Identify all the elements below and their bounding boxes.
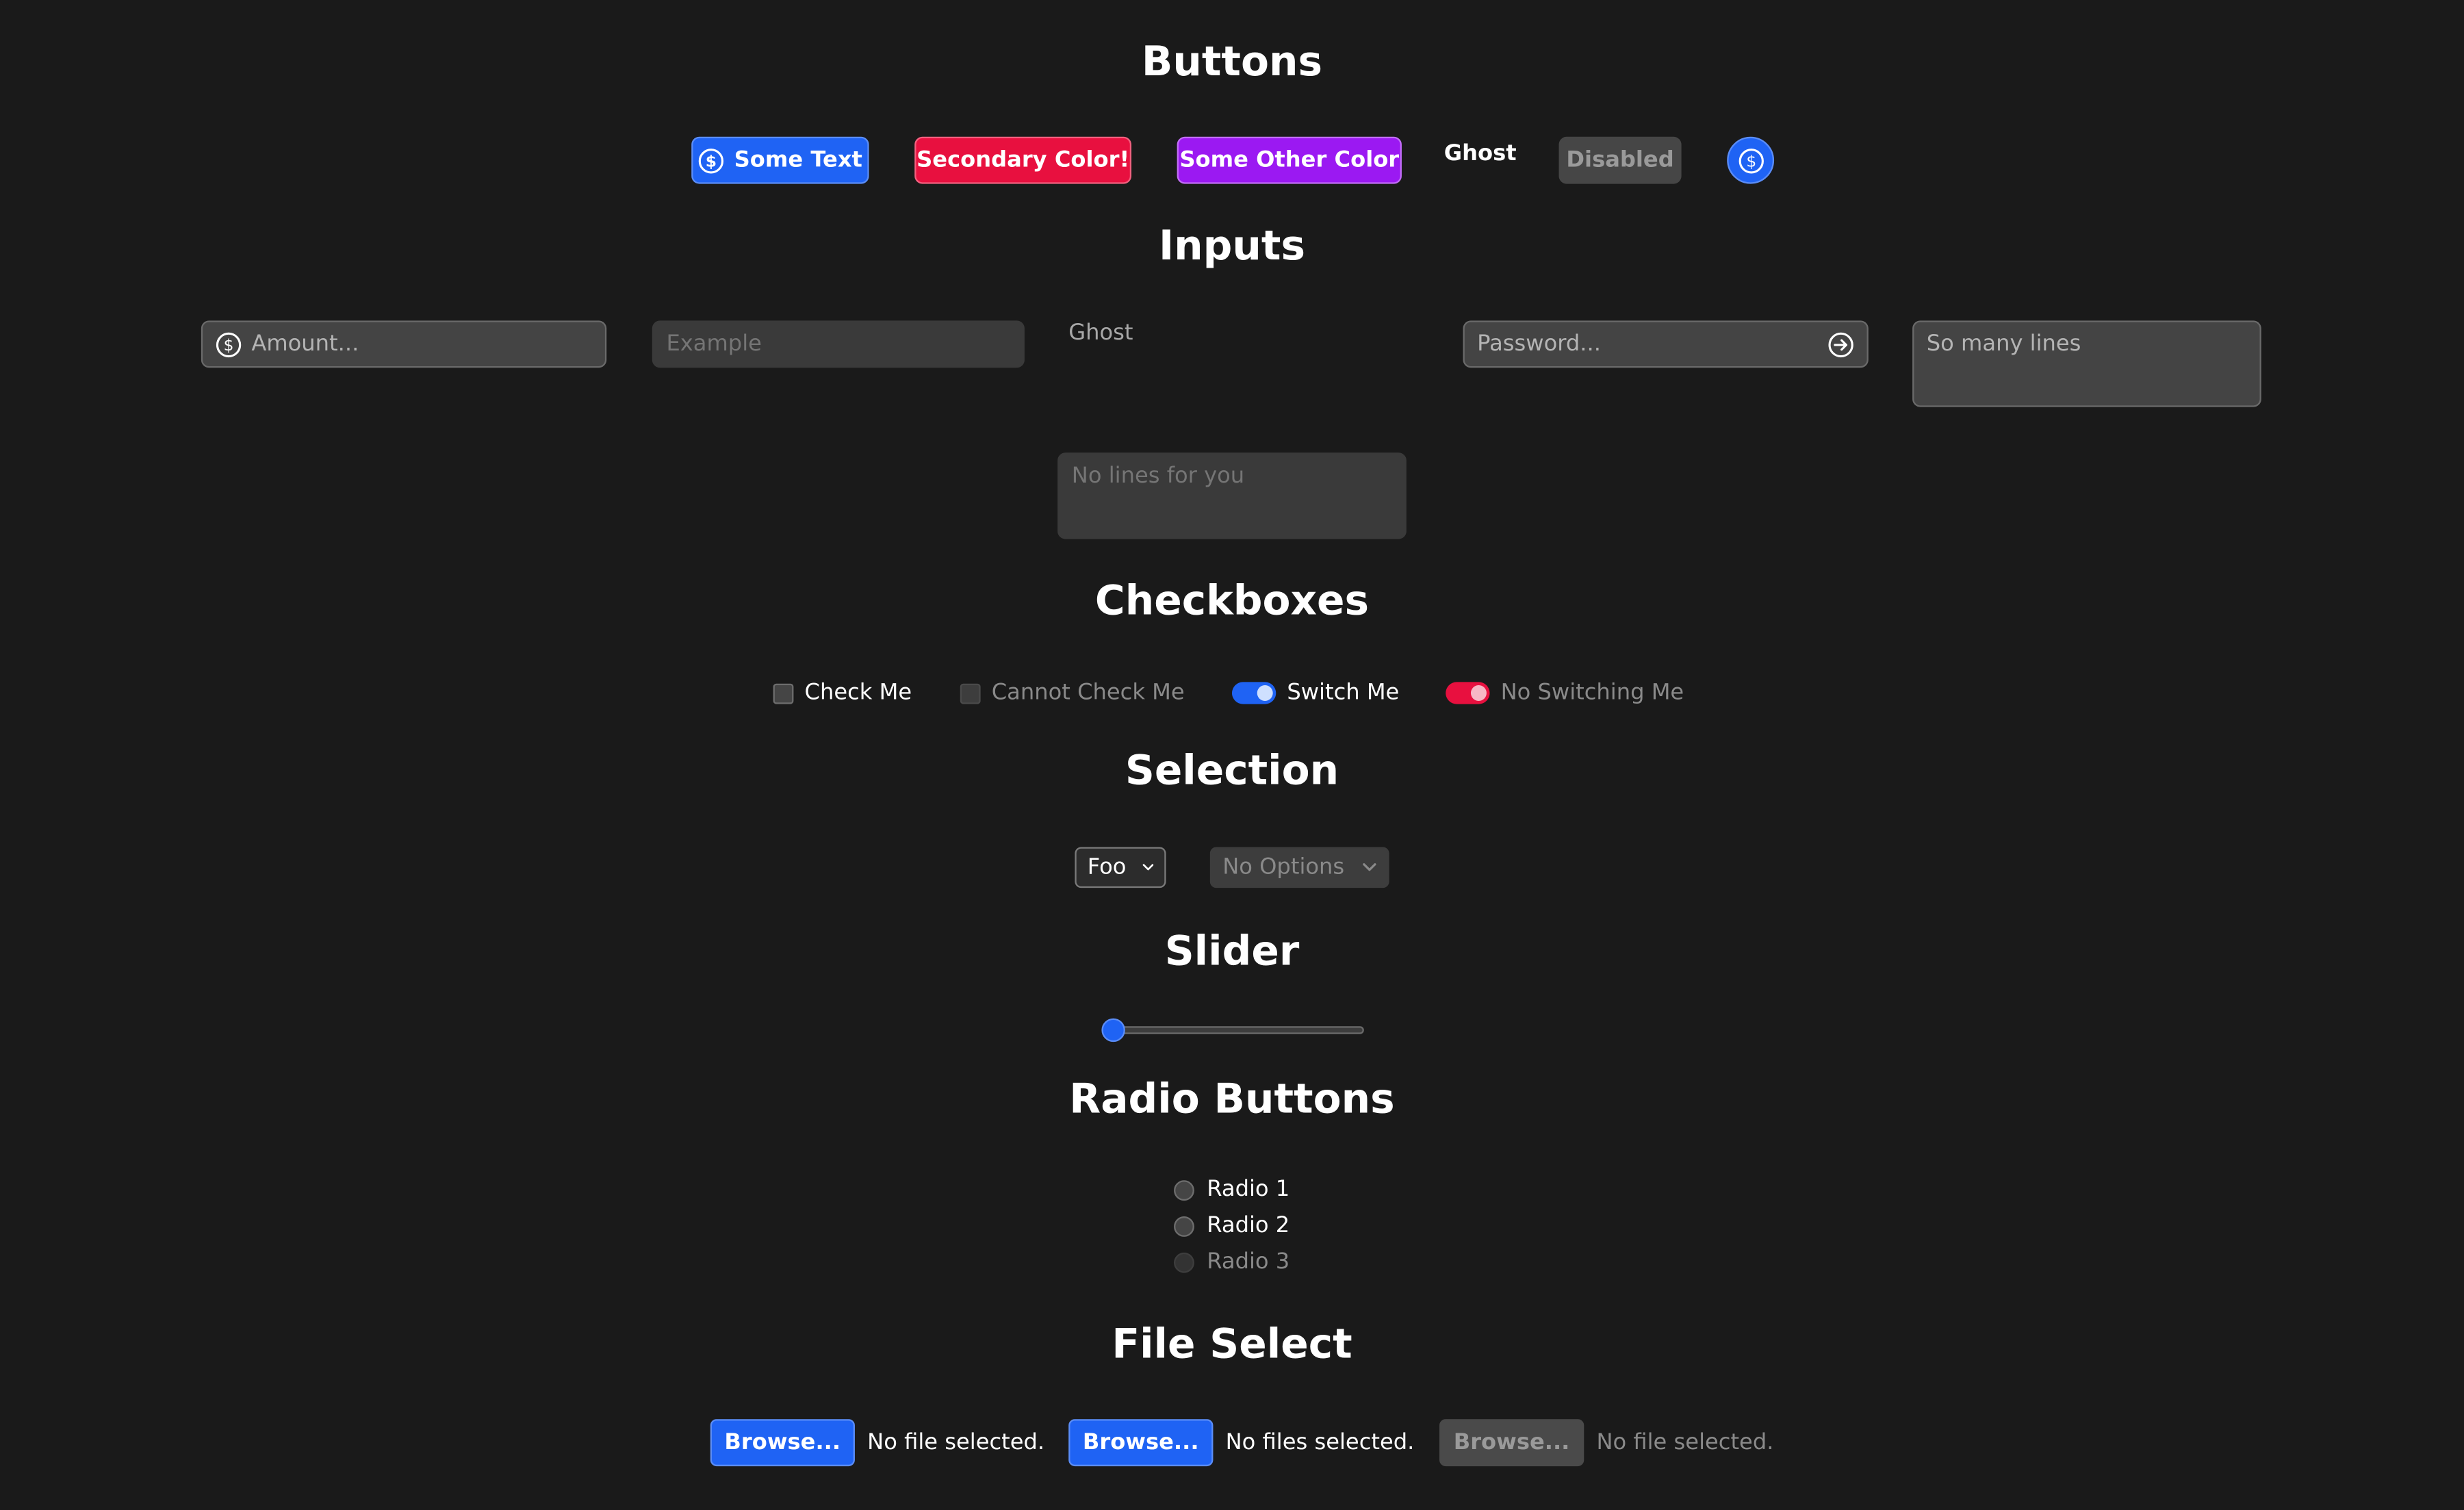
section-title-checkboxes: Checkboxes	[1094, 578, 1370, 626]
check-me-checkbox[interactable]: Check Me	[773, 678, 912, 709]
radio-option-1[interactable]: Radio 1	[1174, 1174, 1289, 1205]
dollar-icon: $	[216, 331, 242, 357]
no-switching-label: No Switching Me	[1500, 680, 1684, 706]
section-title-slider: Slider	[1164, 928, 1300, 976]
svg-text:$: $	[224, 335, 234, 354]
svg-text:$: $	[706, 151, 717, 170]
file-status: No files selected.	[1225, 1430, 1415, 1456]
file-status: No file selected.	[867, 1430, 1045, 1456]
password-placeholder: Password...	[1477, 331, 1601, 357]
ghost-label: Ghost	[1443, 141, 1517, 167]
file-select-1[interactable]: Browse... No file selected.	[710, 1419, 1045, 1467]
other-color-button[interactable]: Some Other Color	[1177, 136, 1402, 184]
ghost-input[interactable]: Ghost	[1068, 320, 1417, 355]
section-title-file: File Select	[1112, 1321, 1352, 1369]
radio-label: Radio 2	[1207, 1213, 1290, 1239]
many-lines-textarea[interactable]: So many lines	[1912, 320, 2261, 407]
chevron-down-icon	[1142, 864, 1153, 871]
section-title-radio: Radio Buttons	[1069, 1076, 1395, 1124]
slider-thumb[interactable]	[1101, 1018, 1125, 1042]
file-select-3: Browse... No file selected.	[1439, 1419, 1774, 1467]
no-options-select: No Options	[1209, 847, 1389, 888]
password-input[interactable]: Password...	[1463, 320, 1869, 368]
disabled-button: Disabled	[1558, 136, 1682, 184]
radio-circle[interactable]	[1174, 1215, 1194, 1236]
switch-knob	[1257, 685, 1273, 701]
amount-placeholder: Amount...	[251, 331, 359, 357]
some-text-label: Some Text	[734, 147, 862, 173]
secondary-color-button[interactable]: Secondary Color!	[914, 136, 1132, 184]
some-text-button[interactable]: $ Some Text	[691, 136, 869, 184]
check-me-label: Check Me	[804, 680, 912, 706]
browse-button: Browse...	[1439, 1419, 1584, 1467]
page: Buttons $ Some Text Secondary Color! Som…	[0, 0, 2464, 1510]
switch-track	[1446, 682, 1490, 704]
example-input: Example	[652, 320, 1025, 368]
no-lines-placeholder: No lines for you	[1071, 463, 1245, 489]
svg-text:$: $	[1745, 151, 1756, 170]
radio-option-2[interactable]: Radio 2	[1174, 1210, 1289, 1242]
slider-track[interactable]	[1101, 1026, 1364, 1034]
no-switching-toggle: No Switching Me	[1446, 678, 1684, 709]
disabled-label: Disabled	[1566, 147, 1674, 173]
ghost-placeholder: Ghost	[1068, 320, 1133, 346]
example-placeholder: Example	[666, 331, 762, 357]
chevron-down-icon	[1363, 863, 1376, 871]
radio-circle	[1174, 1251, 1194, 1272]
many-lines-placeholder: So many lines	[1926, 331, 2081, 357]
radio-label: Radio 3	[1207, 1249, 1290, 1275]
section-title-selection: Selection	[1125, 747, 1339, 795]
foo-selected-value: Foo	[1087, 854, 1127, 880]
amount-input[interactable]: $ Amount...	[201, 320, 607, 368]
no-lines-textarea: No lines for you	[1057, 452, 1407, 539]
section-title-inputs: Inputs	[1158, 223, 1305, 270]
icon-button[interactable]: $	[1727, 136, 1775, 184]
checkbox-box	[960, 682, 981, 704]
no-options-value: No Options	[1222, 854, 1345, 880]
switch-me-toggle[interactable]: Switch Me	[1231, 678, 1400, 709]
switch-knob	[1470, 685, 1487, 701]
radio-circle[interactable]	[1174, 1179, 1194, 1200]
file-select-2[interactable]: Browse... No files selected.	[1068, 1419, 1415, 1467]
dollar-icon: $	[699, 148, 724, 173]
ghost-button[interactable]: Ghost	[1435, 131, 1526, 178]
foo-select[interactable]: Foo	[1075, 847, 1166, 888]
browse-button[interactable]: Browse...	[710, 1419, 855, 1467]
switch-me-label: Switch Me	[1287, 680, 1400, 706]
switch-track[interactable]	[1231, 682, 1276, 704]
arrow-right-circle-icon[interactable]	[1827, 331, 1854, 357]
cannot-check-checkbox: Cannot Check Me	[960, 678, 1185, 709]
secondary-color-label: Secondary Color!	[916, 147, 1130, 173]
radio-label: Radio 1	[1207, 1177, 1290, 1203]
browse-button[interactable]: Browse...	[1068, 1419, 1214, 1467]
other-color-label: Some Other Color	[1179, 147, 1400, 173]
section-title-buttons: Buttons	[1141, 39, 1323, 87]
file-status: No file selected.	[1596, 1430, 1774, 1456]
dollar-icon: $	[1738, 148, 1763, 173]
checkbox-box[interactable]	[773, 682, 794, 704]
cannot-check-label: Cannot Check Me	[991, 680, 1185, 706]
radio-option-3: Radio 3	[1174, 1246, 1289, 1278]
